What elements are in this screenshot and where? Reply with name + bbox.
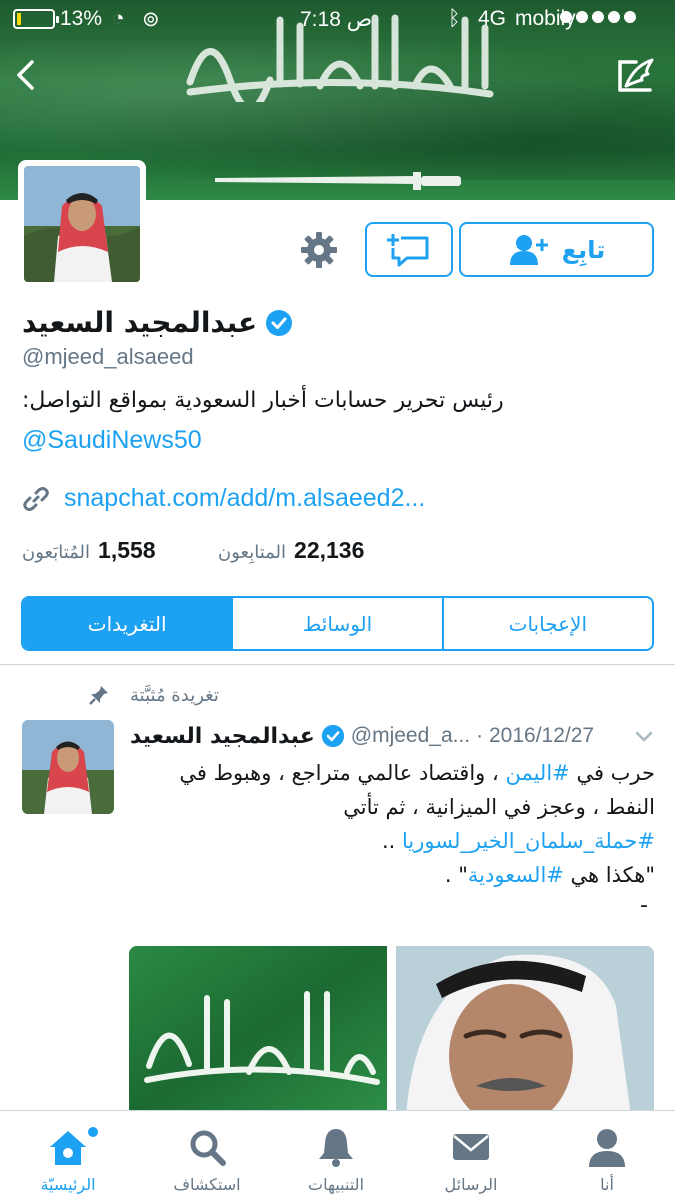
followers-count: 22,136 [294, 537, 365, 563]
network-type: 4G [478, 7, 507, 30]
lock-rotation-icon: ⊚ [142, 8, 160, 31]
profile-tabs: التغريدات الوسائط الإعجابات [21, 596, 654, 651]
profile-bio: رئيس تحرير حسابات أخبار السعودية بمواقع … [22, 388, 504, 413]
nav-explore[interactable]: استكشاف [157, 1111, 257, 1200]
settings-button[interactable] [298, 229, 340, 271]
verified-badge-icon [321, 724, 344, 748]
profile-avatar[interactable] [18, 160, 146, 288]
tweet-media-photo[interactable] [396, 946, 654, 1116]
nav-notifications[interactable]: التنبيهات [286, 1111, 386, 1200]
pin-icon [89, 686, 108, 705]
followers-stat[interactable]: المتابِعون 22,136 [218, 537, 364, 564]
status-bar: 13% ◔ ⊚ 7:18 ص ᛒ 4G mobily [0, 0, 675, 38]
search-icon [190, 1130, 226, 1166]
pinned-label: تغريدة مُثبَّتة [130, 684, 219, 706]
saudi-flag-image [129, 946, 387, 1116]
nav-me-label: أنا [600, 1175, 614, 1194]
link-icon [23, 486, 49, 511]
chevron-left-icon [17, 60, 34, 90]
nav-notifications-label: التنبيهات [308, 1175, 364, 1194]
tweet-author-handle[interactable]: @mjeed_a... [351, 724, 470, 748]
message-plus-icon [387, 233, 429, 266]
website-link[interactable]: snapchat.com/add/m.alsaeed2... [64, 484, 425, 513]
following-count: 1,558 [98, 537, 156, 563]
tweet-text-part: "هكذا هي [563, 863, 655, 887]
tweet-avatar-photo [22, 720, 114, 814]
avatar-photo [24, 166, 140, 282]
alarm-icon: ◔ [112, 7, 125, 30]
follow-label: تابِع [561, 235, 606, 264]
tweet-header: عبدالمجيد السعيد @mjeed_a... · 2016/12/2… [130, 720, 660, 752]
profile-name: عبدالمجيد السعيد [22, 306, 293, 339]
flag-sword [215, 172, 461, 190]
nav-explore-label: استكشاف [173, 1175, 241, 1194]
nav-home[interactable]: الرئيسيّة [18, 1111, 118, 1200]
tweet-avatar[interactable] [22, 720, 114, 814]
hashtag-link[interactable]: #اليمن [505, 761, 569, 785]
tweet-text: حرب في #اليمن ، واقتصاد عالمي متراجع ، و… [130, 756, 655, 892]
back-button[interactable] [4, 52, 50, 98]
compose-button[interactable] [612, 52, 658, 98]
tab-likes[interactable]: الإعجابات [441, 598, 652, 649]
tweet-text-part: " . [444, 863, 468, 887]
bottom-tab-bar: الرئيسيّة استكشاف التنبيهات الرسائل أنا [0, 1110, 675, 1200]
tweet-text-part: .. [381, 829, 402, 853]
clock: 7:18 ص [300, 8, 373, 31]
profile-website[interactable]: snapchat.com/add/m.alsaeed2... [22, 484, 425, 513]
tweet-date: · 2016/12/27 [476, 724, 595, 747]
gear-icon [301, 232, 337, 268]
bluetooth-icon: ᛒ [448, 7, 461, 30]
compose-icon [618, 58, 654, 92]
hashtag-link[interactable]: #حملة_سلمان_الخير_لسوريا [402, 829, 655, 853]
bell-icon [319, 1129, 353, 1167]
follow-button[interactable]: تابِع [459, 222, 654, 277]
nav-me[interactable]: أنا [557, 1111, 657, 1200]
battery-percent: 13% [60, 7, 103, 30]
followers-label: المتابِعون [218, 542, 287, 563]
nav-messages-label: الرسائل [444, 1175, 498, 1194]
following-stat[interactable]: المُتابَعون 1,558 [22, 537, 156, 564]
chevron-down-icon [635, 731, 653, 742]
tab-tweets[interactable]: التغريدات [23, 598, 232, 649]
nav-messages[interactable]: الرسائل [421, 1111, 521, 1200]
battery-icon [13, 9, 59, 29]
tweet-media-flag[interactable] [129, 946, 387, 1116]
message-button[interactable] [365, 222, 453, 277]
new-content-dot [88, 1127, 98, 1137]
profile-name-text: عبدالمجيد السعيد [22, 306, 258, 339]
tweet-dash: - [640, 893, 648, 918]
home-icon [50, 1131, 86, 1165]
hashtag-link[interactable]: #السعودية [468, 863, 564, 887]
king-portrait-image [396, 946, 654, 1116]
bio-mention-link[interactable]: @SaudiNews50 [22, 426, 202, 455]
tab-media[interactable]: الوسائط [231, 598, 441, 649]
nav-home-label: الرئيسيّة [40, 1175, 96, 1194]
section-divider [0, 664, 675, 665]
person-icon [589, 1129, 625, 1167]
tweet-author-name[interactable]: عبدالمجيد السعيد [130, 724, 315, 749]
tweet-text-part: حرب في [569, 761, 655, 785]
profile-handle: @mjeed_alsaeed [22, 344, 194, 369]
signal-icon [560, 11, 636, 23]
add-user-icon [509, 234, 548, 265]
following-label: المُتابَعون [22, 542, 91, 563]
pinned-indicator: تغريدة مُثبَّتة [88, 684, 219, 706]
tweet-menu-button[interactable] [633, 725, 655, 747]
verified-badge-icon [266, 309, 293, 336]
envelope-icon [453, 1134, 489, 1160]
